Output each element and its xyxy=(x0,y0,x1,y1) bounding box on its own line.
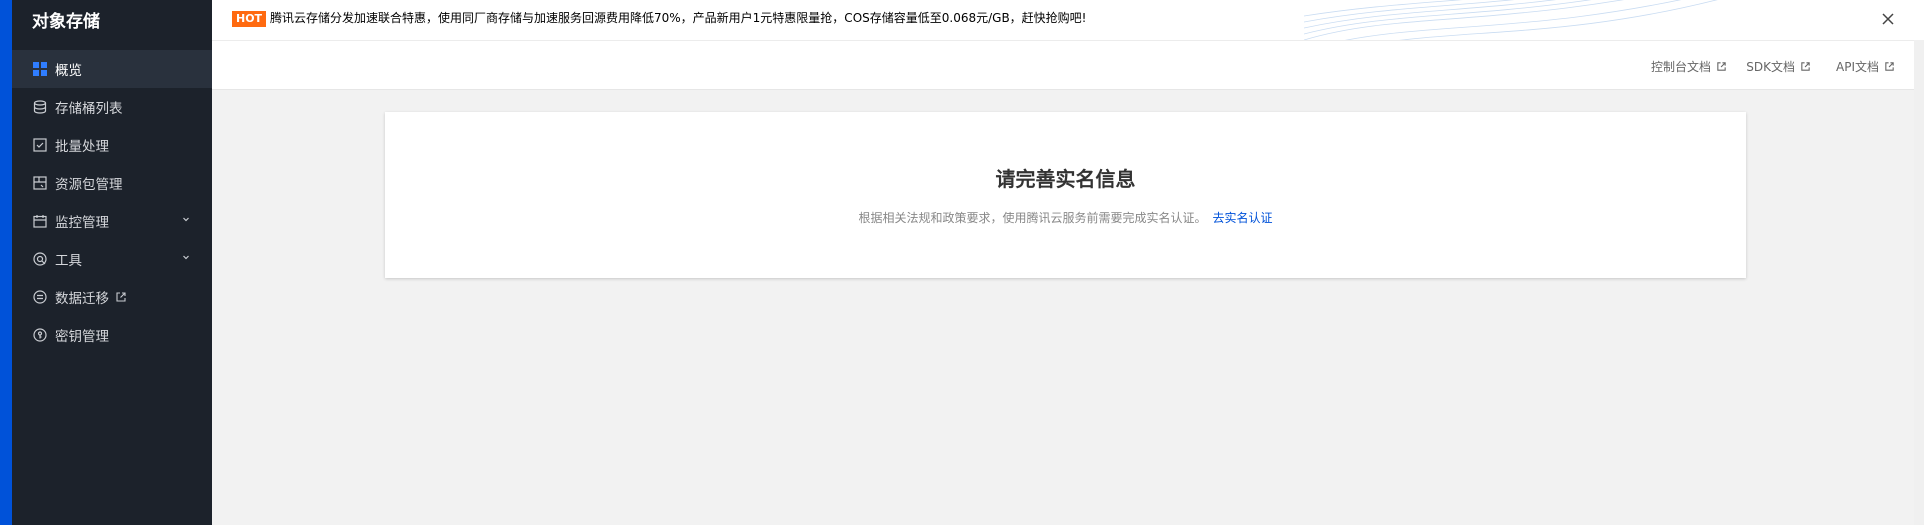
doc-link-label: API文档 xyxy=(1836,60,1879,74)
tool-icon xyxy=(32,251,48,267)
sidebar-item-packages[interactable]: 资源包管理 xyxy=(12,164,212,202)
chevron-down-icon xyxy=(183,255,189,260)
scrollbar[interactable] xyxy=(1914,40,1924,525)
realname-card: 请完善实名信息 根据相关法规和政策要求，使用腾讯云服务前需要完成实名认证。 去实名… xyxy=(385,112,1746,278)
doc-link-label: 控制台文档 xyxy=(1650,60,1711,74)
api-docs-link[interactable]: API文档 xyxy=(1836,58,1895,75)
card-description-text: 根据相关法规和政策要求，使用腾讯云服务前需要完成实名认证。 xyxy=(858,211,1207,225)
grid-icon xyxy=(32,61,48,77)
sidebar-item-label: 数据迁移 xyxy=(55,291,109,307)
chevron-down-icon xyxy=(183,217,189,222)
external-link-icon xyxy=(116,292,126,302)
hot-badge: HOT xyxy=(232,11,267,27)
left-accent-strip xyxy=(0,0,12,525)
banner-decoration xyxy=(1304,0,1718,40)
sidebar-item-keys[interactable]: 密钥管理 xyxy=(12,316,212,354)
doc-links-bar: 控制台文档 SDK文档 API文档 xyxy=(212,40,1924,90)
console-docs-link[interactable]: 控制台文档 xyxy=(1651,58,1727,75)
sidebar-item-bucket-list[interactable]: 存储桶列表 xyxy=(12,88,212,126)
external-link-icon xyxy=(1717,62,1726,71)
sidebar-item-label: 监控管理 xyxy=(55,215,109,231)
sidebar-item-label: 工具 xyxy=(55,253,82,269)
sidebar-item-label: 批量处理 xyxy=(55,139,109,155)
package-icon xyxy=(32,175,48,191)
sidebar-item-label: 存储桶列表 xyxy=(55,101,123,117)
sidebar-item-label: 密钥管理 xyxy=(55,329,109,345)
card-description: 根据相关法规和政策要求，使用腾讯云服务前需要完成实名认证。 去实名认证 xyxy=(385,209,1746,226)
card-title: 请完善实名信息 xyxy=(995,167,1136,191)
doc-link-label: SDK文档 xyxy=(1746,60,1795,74)
close-icon[interactable] xyxy=(1880,11,1896,27)
sidebar-item-batch[interactable]: 批量处理 xyxy=(12,126,212,164)
migrate-icon xyxy=(32,289,48,305)
sidebar-item-label: 概览 xyxy=(55,63,82,79)
sidebar: 对象存储 概览 存储桶列表 批量处理 资源包管理 监控管理 工具 数据迁移 密钥… xyxy=(12,0,212,525)
brand-title: 对象存储 xyxy=(32,12,100,32)
external-link-icon xyxy=(1885,62,1894,71)
verify-realname-link[interactable]: 去实名认证 xyxy=(1213,211,1273,225)
sidebar-item-migration[interactable]: 数据迁移 xyxy=(12,278,212,316)
main-area: HOT 腾讯云存储分发加速联合特惠，使用同厂商存储与加速服务回源费用降低70%，… xyxy=(212,0,1924,525)
banner-text[interactable]: 腾讯云存储分发加速联合特惠，使用同厂商存储与加速服务回源费用降低70%，产品新用… xyxy=(270,10,1087,26)
sidebar-item-label: 资源包管理 xyxy=(55,177,123,193)
sidebar-item-tools[interactable]: 工具 xyxy=(12,240,212,278)
sdk-docs-link[interactable]: SDK文档 xyxy=(1746,58,1811,75)
calendar-icon xyxy=(32,213,48,229)
sidebar-item-overview[interactable]: 概览 xyxy=(12,50,212,88)
promo-banner: HOT 腾讯云存储分发加速联合特惠，使用同厂商存储与加速服务回源费用降低70%，… xyxy=(212,0,1924,40)
external-link-icon xyxy=(1801,62,1810,71)
key-icon xyxy=(32,327,48,343)
checkbox-icon xyxy=(32,137,48,153)
sidebar-item-monitoring[interactable]: 监控管理 xyxy=(12,202,212,240)
bucket-icon xyxy=(32,99,48,115)
